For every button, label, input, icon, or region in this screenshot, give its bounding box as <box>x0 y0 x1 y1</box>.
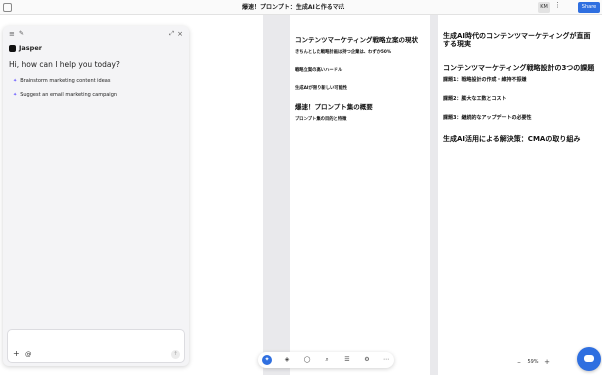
left-page-text-column <box>182 15 262 39</box>
heading-reality: 生成AI時代のコンテンツマーケティングが直面する現実 <box>443 31 591 49</box>
chat-fab-button[interactable] <box>577 347 601 371</box>
comment-icon[interactable]: ◯ <box>302 355 312 365</box>
heading-strategy-50: きちんとした戦略計画は持つ企業は、わずか50% <box>295 50 392 56</box>
mention-icon[interactable]: @ <box>25 350 32 358</box>
swap-icon[interactable]: ⇄ <box>338 2 344 10</box>
paragraph-placeholder <box>295 94 425 99</box>
top-bar: 爆速！プロンプト：生成AIと作るマ… ⇄ KM ⋮ Share <box>0 0 602 15</box>
chat-input[interactable]: + @ ↑ <box>7 329 185 363</box>
chat-header-controls: ≡ ✎ ⤢ × <box>9 30 183 38</box>
send-icon[interactable]: ↑ <box>171 350 180 359</box>
left-page-paragraph <box>182 23 262 28</box>
jasper-logo-icon <box>9 44 16 52</box>
list-icon[interactable]: ☰ <box>342 355 352 365</box>
heading-prompt-overview: 爆速！プロンプト集の概要 <box>295 103 373 112</box>
suggestion-brainstorm[interactable]: ✦ Brainstorm marketing content ideas <box>13 76 110 85</box>
suggestion-label: Brainstorm marketing content ideas <box>20 77 111 84</box>
document-page-middle[interactable]: コンテンツマーケティング戦略立案の現状 きちんとした戦略計画は持つ企業は、わずか… <box>290 15 430 375</box>
paragraph-placeholder <box>295 27 425 32</box>
avatar[interactable]: KM <box>538 2 550 13</box>
paragraph-placeholder <box>295 58 425 63</box>
heading-high-hurdle: 戦略立案の高いハードル <box>295 67 343 73</box>
paragraph-placeholder <box>443 21 595 26</box>
heading-three-challenges: コンテンツマーケティング戦略設計の3つの課題 <box>443 63 595 72</box>
document-page-right[interactable]: 生成AI時代のコンテンツマーケティングが直面する現実 コンテンツマーケティング戦… <box>438 15 602 375</box>
close-icon[interactable]: × <box>177 30 183 38</box>
document-title[interactable]: 爆速！プロンプト：生成AIと作るマ… <box>242 2 344 11</box>
heading-challenge-3: 課題3：継続的なアップデートの必要性 <box>443 114 532 121</box>
heading-solution-cma: 生成AI活用による解決策：CMAの取り組み <box>443 134 581 143</box>
left-page-paragraph <box>182 15 262 20</box>
zoom-in-button[interactable]: + <box>542 358 552 366</box>
suggestion-label: Suggest an email marketing campaign <box>20 91 118 98</box>
paragraph-placeholder <box>443 86 595 91</box>
expand-icon[interactable]: ⤢ <box>169 30 174 38</box>
more-icon[interactable]: ⋯ <box>381 355 391 365</box>
heading-challenge-1: 課題1：戦略設計の作成・維持不振嫌 <box>443 77 527 84</box>
sidebar-toggle-icon[interactable] <box>3 3 12 12</box>
chat-greeting: Hi, how can I help you today? <box>9 60 120 69</box>
jasper-brand: Jasper <box>9 43 42 53</box>
jasper-brand-name: Jasper <box>19 44 42 52</box>
sparkle-icon: ✦ <box>13 91 18 98</box>
heading-challenge-2: 課題2：膨大な工数とコスト <box>443 96 507 103</box>
zoom-level: 59% <box>527 359 539 365</box>
bottom-toolbar: ✦ ◈ ◯ ⌕ ☰ ⚙ ⋯ <box>258 352 394 368</box>
new-chat-icon[interactable]: ✎ <box>19 30 24 38</box>
menu-icon[interactable]: ≡ <box>9 30 15 38</box>
jasper-chat-panel: ≡ ✎ ⤢ × Jasper Hi, how can I help you to… <box>3 26 189 366</box>
paragraph-placeholder <box>443 105 595 110</box>
search-icon[interactable]: ⌕ <box>322 355 332 365</box>
suggestion-email-campaign[interactable]: ✦ Suggest an email marketing campaign <box>13 90 117 99</box>
settings-icon[interactable]: ⚙ <box>362 355 372 365</box>
heading-new-possibility: 生成AIが限り新しい可能性 <box>295 85 348 91</box>
zoom-out-button[interactable]: – <box>514 358 524 366</box>
heading-strategy-status: コンテンツマーケティング戦略立案の現状 <box>295 36 418 45</box>
left-page-paragraph <box>182 31 262 36</box>
paragraph-placeholder <box>443 124 595 129</box>
heading-prompt-purpose: プロンプト集の目的と特徴 <box>295 117 347 123</box>
ai-assistant-button[interactable]: ✦ <box>262 355 272 365</box>
more-options-icon[interactable]: ⋮ <box>554 1 561 9</box>
paragraph-placeholder <box>295 19 425 24</box>
paragraph-placeholder <box>295 76 425 81</box>
chat-bubble-icon <box>584 355 594 362</box>
share-button[interactable]: Share <box>578 2 600 13</box>
zoom-controls: – 59% + <box>514 357 552 367</box>
add-attachment-icon[interactable]: + <box>13 350 20 358</box>
cube-icon[interactable]: ◈ <box>282 355 292 365</box>
sparkle-icon: ✦ <box>13 77 18 84</box>
paragraph-placeholder <box>443 53 595 58</box>
